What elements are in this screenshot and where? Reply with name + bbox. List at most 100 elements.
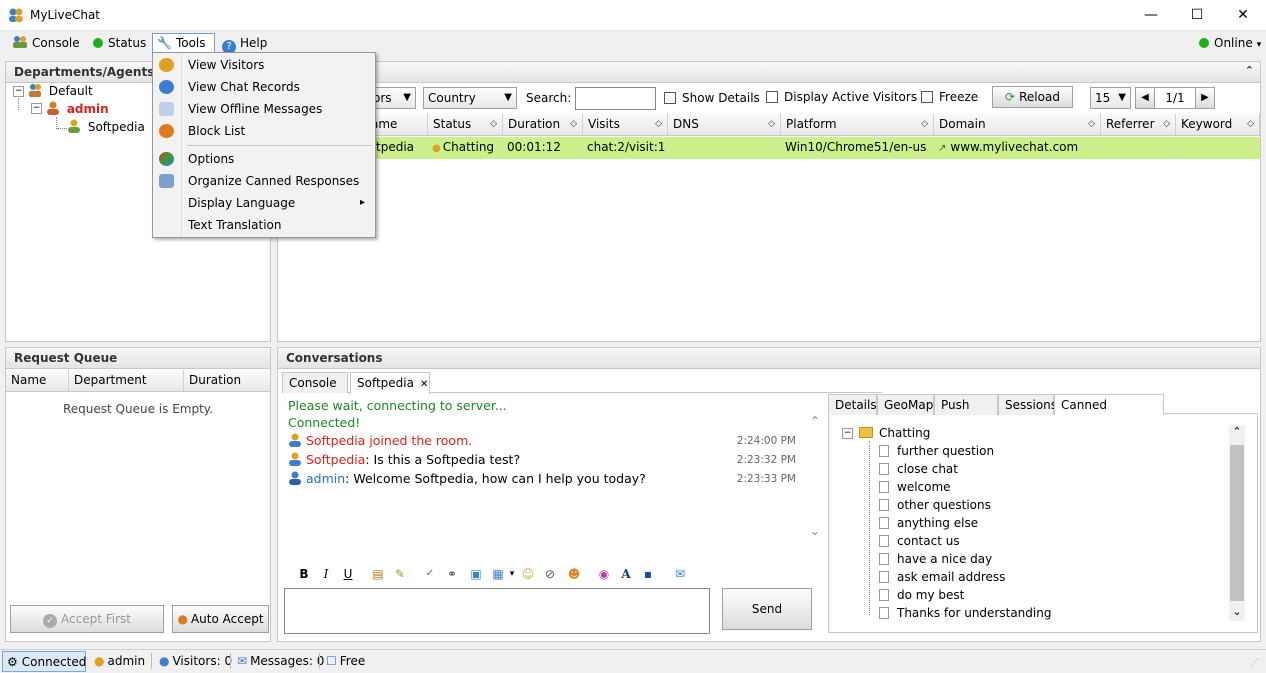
email-icon[interactable]: ✉ [672,566,688,582]
scroll-up-icon[interactable]: ⌃ [1229,425,1245,441]
folder-expander-icon[interactable]: − [842,428,853,439]
visitors-header [278,62,1260,83]
show-details-checkbox[interactable]: Show Details [664,91,760,105]
image-icon[interactable]: ▣ [468,566,484,582]
tab-softpedia[interactable]: Softpedia ✕ [350,372,430,394]
tab-canned-messages[interactable]: Canned messages [1054,394,1164,432]
page-size-select[interactable]: 15 ▼ [1090,87,1131,109]
canned-item[interactable]: have a nice day [879,550,992,568]
close-button[interactable]: ✕ [1220,0,1266,31]
smiley-icon[interactable]: ☺ [520,566,536,582]
queue-column-department[interactable]: Department [69,370,184,392]
send-button[interactable]: Send [722,588,812,630]
scroll-down-icon[interactable]: ⌄ [810,524,820,538]
tree-node-softpedia[interactable]: Softpedia [67,119,145,134]
canned-item[interactable]: close chat [879,460,958,478]
save-icon[interactable]: ▪ [640,566,656,582]
menu-item-block-list[interactable]: Block List [153,120,375,142]
column-platform[interactable]: Platform ◇ [781,114,934,136]
font-icon[interactable]: A [618,566,634,582]
maximize-button[interactable]: ☐ [1174,0,1220,31]
tree-expander-admin-icon[interactable]: − [31,103,42,114]
bold-button[interactable]: B [296,566,312,582]
tree-node-default[interactable]: Default [28,83,93,98]
tree-node-admin[interactable]: admin [46,101,109,116]
minimize-button[interactable]: — [1128,0,1174,31]
auto-accept-button[interactable]: ● Auto Accept [172,605,269,633]
underline-button[interactable]: U [340,566,356,582]
row-domain[interactable]: ↗ www.mylivechat.com [934,137,1101,159]
message-input[interactable] [284,588,710,634]
tab-details[interactable]: Details [828,394,877,415]
accept-first-button[interactable]: ✓ Accept First [10,605,164,633]
visitors-panel: ⌃ ors ▼ Country ▼ Search: Show Details Dis… [273,61,1261,342]
paste-icon[interactable]: ▤ [370,566,386,582]
table-row[interactable]: ftpedia ● Chatting 00:01:12 chat:2/visit:… [278,137,1260,159]
canned-folder[interactable]: Chatting [859,424,930,442]
status-user[interactable]: ● admin [90,650,145,672]
tab-console[interactable]: Console [282,372,348,393]
canned-item[interactable]: contact us [879,532,960,550]
menu-status-label: Status [108,36,147,50]
queue-column-name[interactable]: Name [6,370,69,392]
queue-column-duration[interactable]: Duration [184,370,270,392]
prev-page-button[interactable]: ◀ [1135,87,1155,109]
checkbox-icon [766,91,778,103]
scroll-up-icon[interactable]: ⌃ [810,414,820,428]
column-keyword[interactable]: Keyword ◇ [1176,114,1260,136]
chevron-down-icon[interactable]: ▾ [504,566,520,582]
tab-push-url[interactable]: Push URL [934,394,998,432]
column-referrer[interactable]: Referrer ◇ [1101,114,1176,136]
close-icon[interactable]: ✕ [420,379,428,390]
attachment-icon[interactable]: ⊘ [542,566,558,582]
menu-item-text-translation[interactable]: Text Translation [153,214,375,236]
canned-scrollbar[interactable]: ⌃ ⌄ [1229,425,1245,621]
column-domain[interactable]: Domain ◇ [934,114,1101,136]
search-input[interactable] [575,87,656,110]
tab-geomap[interactable]: GeoMap [877,394,934,415]
title-bar: MyLiveChat — ☐ ✕ [0,0,1266,31]
italic-button[interactable]: I [318,566,334,582]
column-visits[interactable]: Visits ◇ [583,114,668,136]
tree-expander-icon[interactable]: − [13,86,24,97]
resize-grip-icon[interactable]: ⋰ [1250,658,1262,670]
canned-item[interactable]: ask email address [879,568,1005,586]
freeze-checkbox[interactable]: Freeze [921,90,978,104]
document-icon [879,589,889,601]
column-status[interactable]: Status ◇ [428,114,503,136]
menu-item-view-visitors[interactable]: View Visitors [153,54,375,76]
reload-button[interactable]: ⟳ Reload [992,86,1073,108]
link-icon[interactable]: ⚭ [444,566,460,582]
menu-item-options[interactable]: Options [153,148,375,170]
menu-tools[interactable]: 🔧 Tools [152,33,215,54]
canned-item[interactable]: anything else [879,514,978,532]
canned-item[interactable]: do my best [879,586,964,604]
scroll-thumb[interactable] [1230,445,1244,601]
menu-item-view-chat-records[interactable]: View Chat Records [153,76,375,98]
detail-tabs: Details GeoMap Push URL Sessions Canned … [828,394,1258,432]
menu-item-display-language[interactable]: Display Language ▸ [153,192,375,214]
tab-sessions[interactable]: Sessions [998,394,1057,415]
brush-icon[interactable]: ✎ [392,566,408,582]
canned-item[interactable]: welcome [879,478,951,496]
canned-item[interactable]: further question [879,442,994,460]
connection-status[interactable]: ⚙ Connected [2,651,86,672]
menu-item-view-offline-messages[interactable]: View Offline Messages [153,98,375,120]
scroll-down-icon[interactable]: ⌄ [1229,605,1245,621]
column-duration[interactable]: Duration ◇ [503,114,583,136]
menu-help[interactable]: ? Help [218,34,271,54]
color-wheel-icon[interactable]: ◉ [596,566,612,582]
menu-console[interactable]: Console [8,34,84,54]
menu-item-organize-canned[interactable]: Organize Canned Responses [153,170,375,192]
emoticon-icon[interactable]: ☻ [566,566,582,582]
online-status-dropdown[interactable]: Online ▾ [1195,34,1265,54]
canned-item[interactable]: Thanks for understanding [879,604,1051,622]
spellcheck-icon[interactable]: ✓ [422,566,438,582]
display-active-checkbox[interactable]: Display Active Visitors [766,90,917,104]
collapse-icon[interactable]: ⌃ [1245,64,1254,77]
column-dns[interactable]: DNS ◇ [668,114,781,136]
next-page-button[interactable]: ▶ [1195,87,1215,109]
country-select[interactable]: Country ▼ [423,87,517,109]
canned-item[interactable]: other questions [879,496,991,514]
menu-status[interactable]: Status [89,34,150,54]
